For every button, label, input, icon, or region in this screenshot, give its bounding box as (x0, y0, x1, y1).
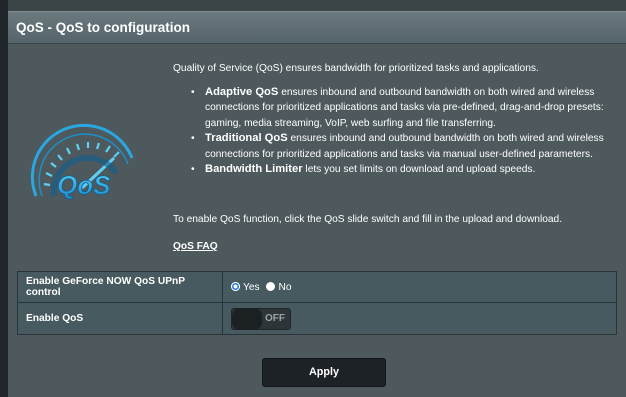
geforce-yes-label: Yes (243, 281, 260, 293)
geforce-label: Enable GeForce NOW QoS UPnP control (17, 271, 223, 303)
qos-faq-link[interactable]: QoS FAQ (173, 241, 218, 252)
enable-qos-row: Enable QoS OFF (17, 302, 617, 335)
qos-settings-page: QoS - QoS to configuration QoS Quality o… (0, 0, 626, 397)
radio-unselected-icon[interactable] (266, 281, 276, 291)
page-title: QoS - QoS to configuration (16, 20, 190, 35)
bullet-title: Bandwidth Limiter (205, 163, 303, 175)
toggle-state-label: OFF (265, 312, 285, 324)
geforce-options: Yes No (222, 271, 617, 303)
intro-text: Quality of Service (QoS) ensures bandwid… (173, 63, 539, 74)
list-item: • Bandwidth Limiter lets you set limits o… (191, 163, 536, 175)
geforce-no-label: No (278, 281, 292, 293)
geforce-yes-option[interactable]: Yes (231, 281, 260, 293)
qos-toggle-switch[interactable]: OFF (231, 307, 291, 330)
radio-selected-icon[interactable] (231, 281, 240, 291)
top-strip (8, 0, 626, 11)
description: Quality of Service (QoS) ensures bandwid… (173, 61, 618, 178)
title-bar: QoS - QoS to configuration (8, 11, 626, 44)
enable-qos-label: Enable QoS (17, 302, 223, 335)
bullet-text: lets you set limits on download and uplo… (302, 164, 536, 175)
bullet-title: Adaptive QoS (205, 85, 279, 98)
list-item: • Traditional QoS ensures inbound and out… (191, 132, 604, 160)
settings-table: Enable GeForce NOW QoS UPnP control Yes … (17, 271, 617, 335)
feature-list: • Adaptive QoS ensures inbound and outbou… (173, 85, 618, 178)
toggle-knob[interactable] (232, 307, 262, 330)
list-item: • Adaptive QoS ensures inbound and outbou… (191, 85, 604, 129)
left-border (0, 0, 8, 397)
geforce-no-option[interactable]: No (266, 281, 292, 293)
logo-text: QoS (57, 170, 111, 200)
geforce-row: Enable GeForce NOW QoS UPnP control Yes … (17, 271, 617, 303)
apply-button[interactable]: Apply (262, 358, 386, 387)
qos-speedometer-icon: QoS (30, 123, 134, 200)
enable-qos-control: OFF (222, 302, 617, 335)
bullet-title: Traditional QoS (205, 132, 288, 144)
enable-note: To enable QoS function, click the QoS sl… (173, 214, 563, 225)
